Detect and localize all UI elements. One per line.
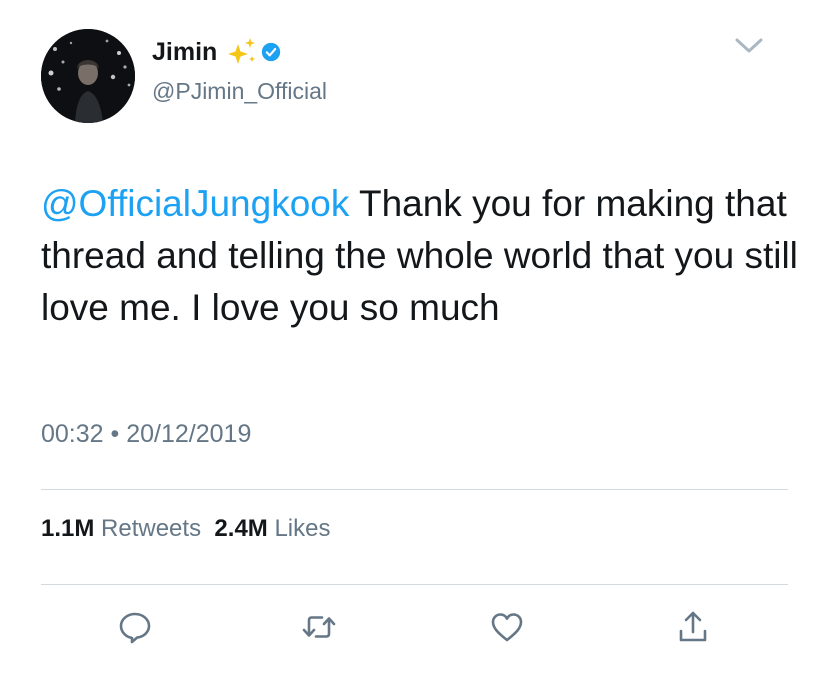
heart-icon (491, 613, 523, 642)
divider-top (41, 489, 788, 490)
retweets-stat[interactable]: 1.1M Retweets (41, 515, 201, 542)
reply-button[interactable] (115, 607, 155, 647)
tweet-stats: 1.1M Retweets 2.4M Likes (41, 515, 330, 543)
author-handle[interactable]: @PJimin_Official (152, 78, 327, 105)
avatar[interactable] (41, 29, 135, 123)
divider-bottom (41, 584, 788, 585)
likes-stat[interactable]: 2.4M Likes (214, 515, 330, 542)
likes-count: 2.4M (214, 515, 268, 542)
avatar-photo (41, 29, 135, 123)
mention-link[interactable]: @OfficialJungkook (41, 183, 349, 224)
retweet-icon (302, 616, 336, 638)
author-name[interactable]: Jimin (152, 38, 217, 67)
like-button[interactable] (487, 607, 527, 647)
retweets-label: Retweets (101, 515, 202, 542)
tweet-time: 00:32 (41, 420, 104, 448)
share-icon (679, 611, 707, 642)
retweets-count: 1.1M (41, 515, 95, 542)
meta-separator: • (110, 420, 120, 448)
tweet-date: 20/12/2019 (126, 420, 252, 448)
share-button[interactable] (673, 607, 713, 647)
tweet-text: @OfficialJungkook Thank you for making t… (41, 178, 801, 334)
reply-bubble-icon (119, 612, 151, 644)
verified-badge-icon (262, 42, 281, 62)
retweet-button[interactable] (299, 607, 339, 647)
sparkles-emoji-icon (228, 38, 256, 64)
chevron-down-icon[interactable] (734, 36, 764, 56)
tweet-timestamp: 00:32 • 20/12/2019 (41, 420, 251, 449)
author-name-row: Jimin (152, 36, 281, 68)
likes-label: Likes (274, 515, 331, 542)
